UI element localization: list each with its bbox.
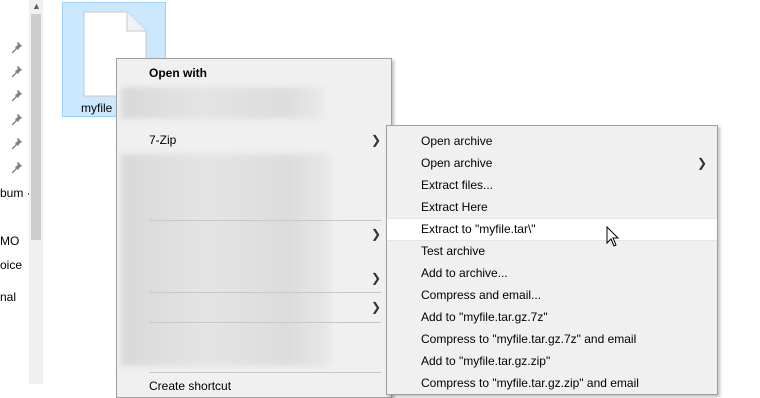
submenu-item-label: Add to archive... bbox=[421, 266, 508, 280]
menu-separator bbox=[149, 372, 381, 373]
submenu-item-open-archive[interactable]: Open archive bbox=[387, 130, 717, 152]
menu-item-blurred-submenu[interactable]: ❯ bbox=[117, 223, 391, 245]
submenu-item-label: Add to "myfile.tar.gz.7z" bbox=[421, 310, 548, 324]
submenu-item-add-zip[interactable]: Add to "myfile.tar.gz.zip" bbox=[387, 350, 717, 372]
submenu-item-add-7z[interactable]: Add to "myfile.tar.gz.7z" bbox=[387, 306, 717, 328]
menu-header-open-with: Open with bbox=[117, 62, 391, 84]
submenu-item-extract-here[interactable]: Extract Here bbox=[387, 196, 717, 218]
submenu-item-add-to-archive[interactable]: Add to archive... bbox=[387, 262, 717, 284]
menu-separator bbox=[149, 220, 381, 221]
mouse-pointer-icon bbox=[606, 226, 620, 247]
create-shortcut-label: Create shortcut bbox=[149, 379, 232, 393]
blurred-menu-items bbox=[121, 154, 331, 366]
pin-icon bbox=[12, 66, 22, 77]
chevron-right-icon: ❯ bbox=[370, 133, 381, 147]
submenu-item-label: Open archive bbox=[421, 156, 493, 170]
submenu-item-compress-zip-email[interactable]: Compress to "myfile.tar.gz.zip" and emai… bbox=[387, 372, 717, 394]
pin-icon bbox=[12, 90, 22, 101]
chevron-right-icon: ❯ bbox=[370, 227, 381, 241]
chevron-right-icon: ❯ bbox=[370, 271, 381, 285]
submenu-item-label: Test archive bbox=[421, 244, 486, 258]
submenu-item-label: Extract files... bbox=[421, 178, 494, 192]
chevron-right-icon: ❯ bbox=[370, 300, 381, 314]
submenu-item-label: Extract Here bbox=[421, 200, 488, 214]
submenu-item-label: Open archive bbox=[421, 134, 493, 148]
submenu-item-label: Compress and email... bbox=[421, 288, 542, 302]
nav-item-album[interactable]: bum · bbox=[0, 186, 31, 200]
pin-icon bbox=[12, 114, 22, 125]
scroll-up-icon[interactable]: ▲ bbox=[32, 1, 41, 11]
submenu-item-extract-files[interactable]: Extract files... bbox=[387, 174, 717, 196]
submenu-item-label: Compress to "myfile.tar.gz.7z" and email bbox=[421, 332, 637, 346]
submenu-item-compress-email[interactable]: Compress and email... bbox=[387, 284, 717, 306]
open-with-label: Open with bbox=[149, 66, 207, 80]
nav-item-voice[interactable]: oice bbox=[0, 258, 22, 272]
submenu-item-extract-to[interactable]: Extract to "myfile.tar\" bbox=[387, 218, 717, 241]
submenu-item-label: Add to "myfile.tar.gz.zip" bbox=[421, 354, 551, 368]
menu-item-create-shortcut[interactable]: Create shortcut bbox=[117, 375, 391, 397]
chevron-right-icon: ❯ bbox=[696, 156, 707, 170]
scrollbar-thumb[interactable] bbox=[31, 14, 41, 240]
menu-item-blurred-submenu[interactable]: ❯ bbox=[117, 296, 391, 318]
navigation-pane: bum · MO oice nal ▲ bbox=[0, 0, 44, 384]
menu-item-7zip-label: 7-Zip bbox=[149, 133, 177, 147]
context-menu: Open with 7-Zip ❯ ❯ ❯ ❯ Create shortcut bbox=[116, 58, 392, 398]
pin-icon bbox=[12, 162, 22, 173]
nav-item-nal[interactable]: nal bbox=[0, 290, 16, 304]
submenu-item-test-archive[interactable]: Test archive bbox=[387, 240, 717, 262]
file-name: myfile bbox=[81, 101, 113, 115]
nav-scrollbar[interactable]: ▲ bbox=[29, 0, 43, 384]
menu-item-blurred-submenu[interactable]: ❯ bbox=[117, 267, 391, 289]
submenu-item-open-archive-more[interactable]: Open archive ❯ bbox=[387, 152, 717, 174]
nav-item-mo[interactable]: MO bbox=[0, 234, 19, 248]
blurred-app-entries bbox=[121, 87, 323, 119]
submenu-item-label: Extract to "myfile.tar\" bbox=[421, 222, 536, 236]
menu-separator bbox=[149, 292, 381, 293]
submenu-item-label: Compress to "myfile.tar.gz.zip" and emai… bbox=[421, 376, 639, 390]
7zip-submenu: Open archive Open archive ❯ Extract file… bbox=[386, 125, 718, 395]
menu-item-7zip[interactable]: 7-Zip ❯ bbox=[117, 129, 391, 151]
pin-icon bbox=[12, 42, 22, 53]
submenu-item-compress-7z-email[interactable]: Compress to "myfile.tar.gz.7z" and email bbox=[387, 328, 717, 350]
pin-icon bbox=[12, 138, 22, 149]
menu-separator bbox=[149, 322, 381, 323]
